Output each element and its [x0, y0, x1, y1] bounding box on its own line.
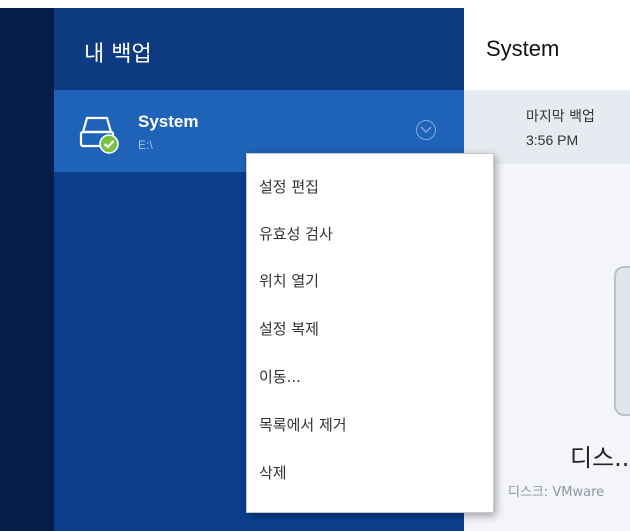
- nav-rail: [0, 8, 54, 531]
- details-title: System: [486, 36, 560, 61]
- menu-item-label: 설정 복제: [259, 320, 319, 338]
- menu-item-label: 삭제: [259, 464, 287, 482]
- menu-item-label: 위치 열기: [259, 272, 319, 290]
- menu-item-move[interactable]: 이동...: [247, 354, 493, 394]
- disk-graphic: [614, 266, 630, 416]
- menu-item-label: 목록에서 제거: [259, 416, 347, 434]
- drive-status-ok-icon: [79, 116, 119, 154]
- backup-path: E:\: [138, 138, 153, 152]
- details-header: System: [464, 8, 630, 91]
- menu-item-remove-from-list[interactable]: 목록에서 제거: [247, 402, 493, 442]
- menu-item-label: 설정 편집: [259, 178, 319, 196]
- backup-name: System: [138, 112, 199, 131]
- item-options-button[interactable]: [416, 120, 436, 140]
- panel-header: 내 백업: [54, 8, 464, 90]
- menu-item-open-location[interactable]: 위치 열기: [247, 258, 493, 298]
- disk-description: 디스크: VMware: [508, 485, 605, 500]
- menu-item-validate[interactable]: 유효성 검사: [247, 211, 493, 251]
- menu-item-clone-settings[interactable]: 설정 복제: [247, 306, 493, 346]
- menu-item-delete[interactable]: 삭제: [247, 450, 493, 490]
- last-backup-time: 3:56 PM: [526, 132, 579, 148]
- context-menu: 설정 편집 유효성 검사 위치 열기 설정 복제 이동... 목록에서 제거 삭…: [246, 153, 494, 513]
- chevron-down-icon: [420, 126, 432, 134]
- menu-item-edit-settings[interactable]: 설정 편집: [247, 164, 493, 204]
- disk-name: 디스...: [570, 444, 630, 472]
- panel-title: 내 백업: [84, 42, 152, 67]
- menu-item-label: 유효성 검사: [259, 225, 333, 243]
- menu-item-label: 이동...: [259, 368, 301, 386]
- window-top-edge: [0, 0, 630, 8]
- last-backup-label: 마지막 백업: [526, 109, 595, 125]
